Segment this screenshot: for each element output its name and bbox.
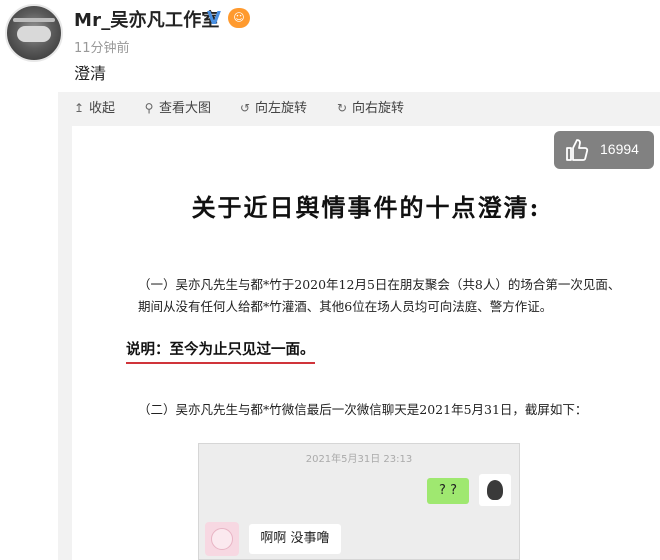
rotate-left-icon: ↺ <box>239 101 251 115</box>
image-toolbar: ↥ 收起 ⚲ 查看大图 ↺ 向左旋转 ↻ 向右旋转 <box>58 92 660 124</box>
vip-badge-icon: ☺ <box>228 8 250 28</box>
search-icon: ⚲ <box>144 101 154 115</box>
like-count: 16994 <box>600 141 639 157</box>
rotate-right-label: 向右旋转 <box>352 101 405 116</box>
avatar-detail <box>17 26 51 42</box>
chat-date: 2021年5月31日 23:13 <box>305 454 413 465</box>
document-paragraph-1: （一）吴亦凡先生与都*竹于2020年12月5日在朋友聚会（共8人）的场合第一次见… <box>138 277 621 314</box>
collapse-icon: ↥ <box>73 101 85 115</box>
like-button[interactable]: 16994 <box>554 131 654 169</box>
rotate-right-button[interactable]: ↻ 向右旋转 <box>335 98 404 118</box>
rotate-right-icon: ↻ <box>336 101 348 115</box>
timestamp[interactable]: 11分钟前 <box>74 37 130 56</box>
post-text: 澄清 <box>74 64 107 83</box>
chat-bubble-right: ? ? <box>427 478 469 504</box>
view-large-label: 查看大图 <box>159 101 212 116</box>
chat-avatar-figure <box>487 480 503 500</box>
document-note: 说明：至今为止只见过一面。 <box>126 338 315 364</box>
avatar[interactable] <box>5 4 63 62</box>
collapse-button[interactable]: ↥ 收起 <box>72 98 115 118</box>
chat-avatar-face <box>211 528 233 550</box>
chat-screenshot: 2021年5月31日 23:13 ? ? 啊啊 没事噜 <box>198 443 520 560</box>
collapse-label: 收起 <box>89 101 116 116</box>
verified-icon: V <box>207 8 221 29</box>
document-paragraph-2: （二）吴亦凡先生与都*竹微信最后一次微信聊天是2021年5月31日，截屏如下： <box>138 402 588 417</box>
post-header: Mr_吴亦凡工作室 V ☺ 11分钟前 澄清 <box>0 0 660 92</box>
avatar-detail <box>13 18 55 22</box>
chat-bubble-left: 啊啊 没事噜 <box>249 524 341 554</box>
rotate-left-button[interactable]: ↺ 向左旋转 <box>238 98 307 118</box>
rotate-left-label: 向左旋转 <box>255 101 308 116</box>
document-title: 关于近日舆情事件的十点澄清: <box>191 193 541 222</box>
chat-avatar-left <box>205 522 239 556</box>
username[interactable]: Mr_吴亦凡工作室 <box>74 6 220 32</box>
view-large-button[interactable]: ⚲ 查看大图 <box>142 98 211 118</box>
chat-avatar-right <box>479 474 511 506</box>
thumbs-up-icon <box>566 139 589 161</box>
